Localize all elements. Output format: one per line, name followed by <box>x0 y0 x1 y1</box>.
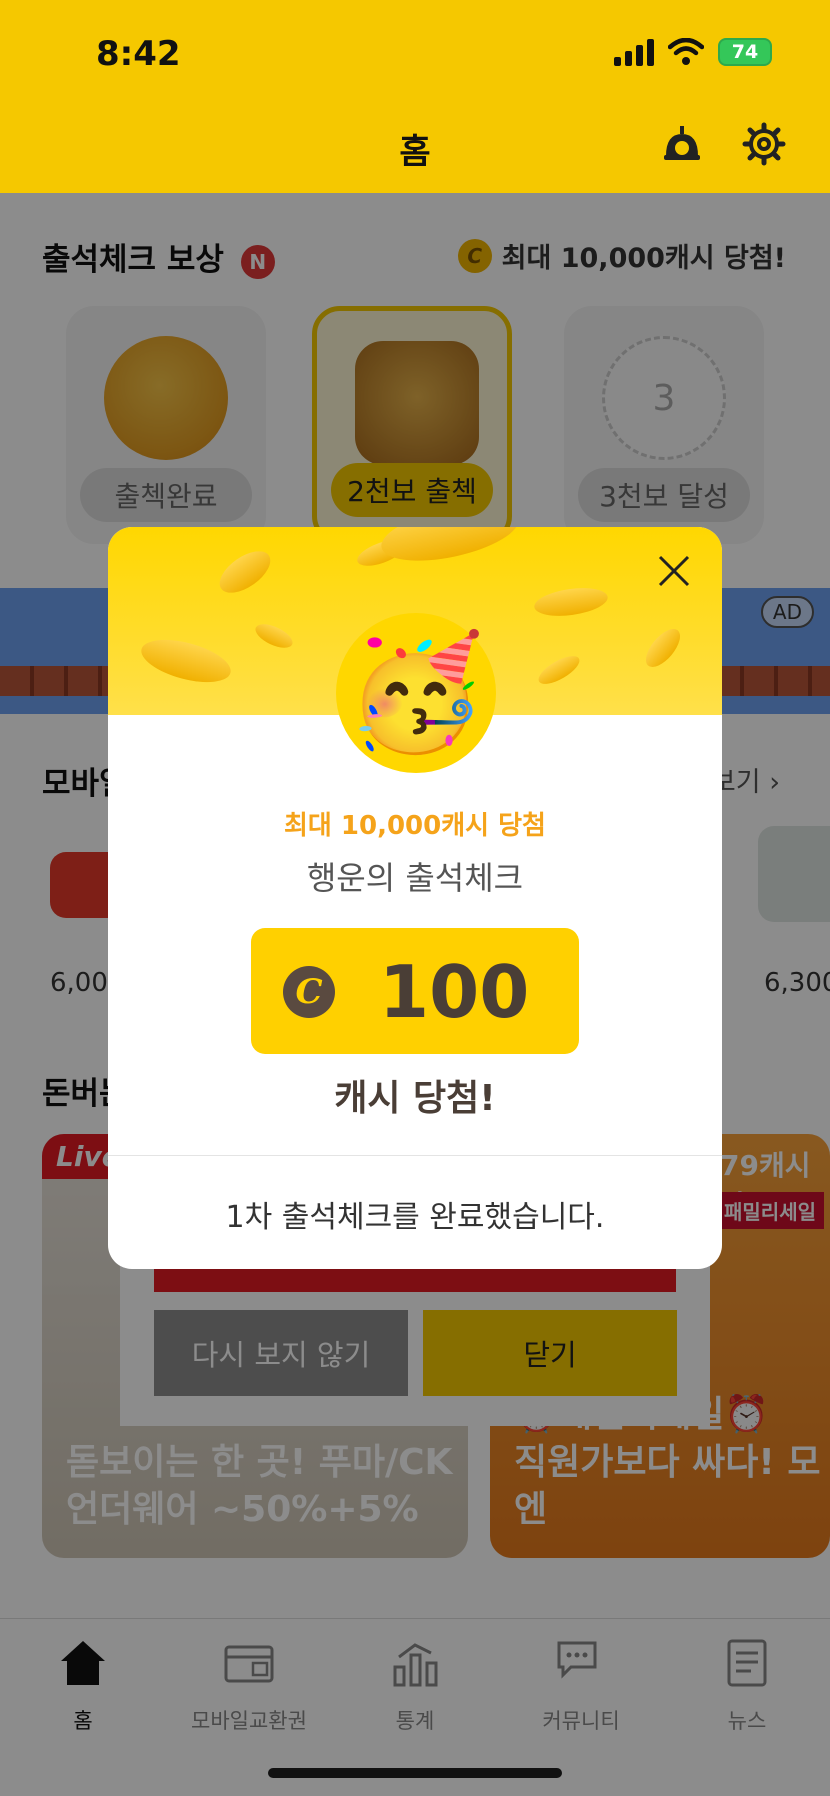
close-icon[interactable] <box>652 549 696 593</box>
top-bar: 8:42 74 홈 <box>0 0 830 193</box>
page-title: 홈 <box>399 132 431 172</box>
divider <box>108 1155 722 1156</box>
party-face-icon: 🥳 <box>336 613 496 773</box>
battery-icon: 74 <box>718 38 772 66</box>
prize-box: C 100 <box>251 928 579 1054</box>
wifi-icon <box>668 38 704 65</box>
status-icons: 74 <box>614 38 772 66</box>
modal-title: 행운의 출석체크 <box>306 859 524 897</box>
cash-coin-icon: C <box>283 966 335 1018</box>
signal-icon <box>614 38 654 66</box>
prize-amount: 100 <box>379 950 530 1034</box>
attendance-reward-modal: 🥳 최대 10,000캐시 당첨 행운의 출석체크 C 100 캐시 당첨! 1… <box>108 527 722 1269</box>
settings-icon[interactable] <box>742 122 786 166</box>
max-reward-text: 최대 10,000캐시 당첨 <box>284 811 546 841</box>
battery-level: 74 <box>731 41 759 63</box>
home-indicator <box>268 1768 562 1778</box>
status-time: 8:42 <box>96 34 181 74</box>
prize-won-text: 캐시 당첨! <box>334 1078 496 1119</box>
cash-bell-icon[interactable] <box>660 122 704 166</box>
completion-message: 1차 출석체크를 완료했습니다. <box>225 1200 605 1235</box>
